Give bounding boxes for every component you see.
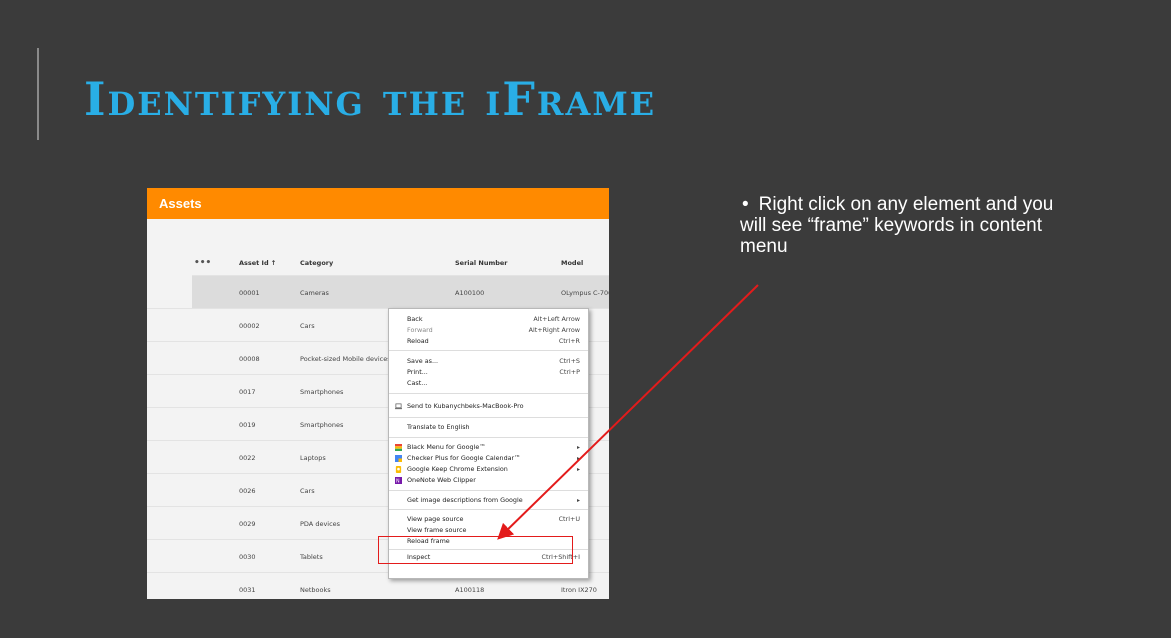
arrow-line <box>497 284 759 540</box>
bullet-item: Right click on any element and you will … <box>740 194 1080 257</box>
pointer-arrow <box>497 284 759 540</box>
bullet-list: Right click on any element and you will … <box>740 194 1080 257</box>
